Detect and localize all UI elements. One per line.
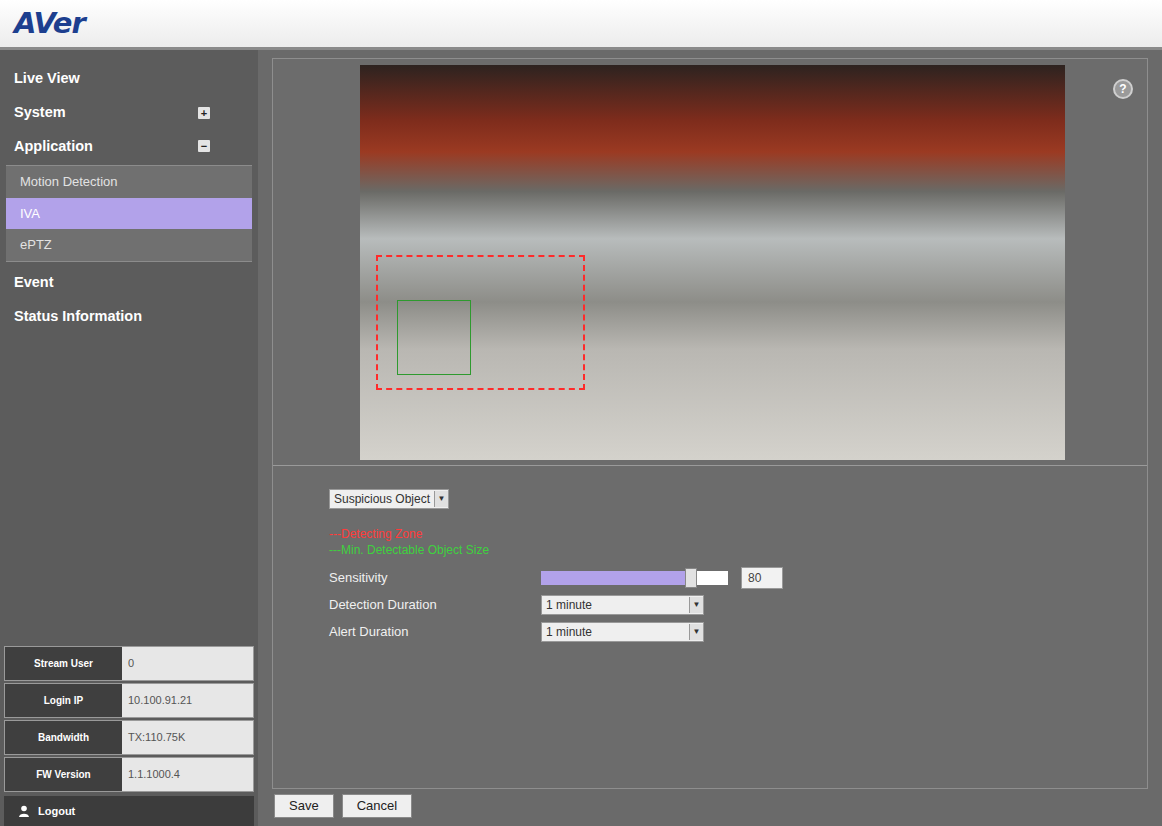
- menu-item[interactable]: Event: [0, 266, 258, 300]
- info-table: Stream User0Login IP10.100.91.21Bandwidt…: [0, 646, 258, 826]
- info-value: TX:110.75K: [122, 721, 253, 754]
- field-label: Sensitivity: [329, 568, 541, 588]
- legend-item: ---Min. Detectable Object Size: [329, 542, 1147, 558]
- mode-dropdown[interactable]: Suspicious Object▼: [329, 489, 449, 509]
- main-area: ? Suspicious Object▼ ---Detecting Zone---M…: [258, 50, 1162, 826]
- field-label: Alert Duration: [329, 622, 541, 642]
- info-row: FW Version1.1.1000.4: [4, 757, 254, 792]
- menu-item[interactable]: Status Information: [0, 300, 258, 334]
- aver-logo: AVer: [14, 9, 85, 38]
- save-button[interactable]: Save: [274, 794, 334, 818]
- dropdown-icon: ▼: [689, 624, 703, 640]
- info-value: 1.1.1000.4: [122, 758, 253, 791]
- menu-item[interactable]: Application−: [0, 130, 258, 164]
- info-label: FW Version: [5, 758, 122, 791]
- duration-dropdown[interactable]: 1 minute▼: [541, 622, 704, 642]
- sensitivity-value[interactable]: 80: [741, 567, 783, 589]
- menu-item[interactable]: System+: [0, 96, 258, 130]
- field-row: Sensitivity 80: [329, 566, 1147, 589]
- slider-handle[interactable]: [685, 568, 697, 588]
- info-row: Stream User0: [4, 646, 254, 681]
- help-icon[interactable]: ?: [1113, 79, 1133, 99]
- field-label: Detection Duration: [329, 595, 541, 615]
- menu-item[interactable]: Live View: [0, 62, 258, 96]
- camera-view: [360, 65, 1065, 460]
- sidebar: Live ViewSystem+Application−Motion Detec…: [0, 50, 258, 826]
- slider-fill: [541, 571, 691, 585]
- legend-item: ---Detecting Zone: [329, 526, 1147, 542]
- sensitivity-slider[interactable]: [541, 571, 728, 585]
- field-row: Detection Duration1 minute▼: [329, 593, 1147, 616]
- info-row: Login IP10.100.91.21: [4, 683, 254, 718]
- dropdown-icon: ▼: [434, 491, 448, 507]
- logout-button[interactable]: Logout: [4, 796, 254, 826]
- info-value: 10.100.91.21: [122, 684, 253, 717]
- dropdown-icon: ▼: [689, 597, 703, 613]
- info-row: BandwidthTX:110.75K: [4, 720, 254, 755]
- button-bar: Save Cancel: [272, 789, 1148, 818]
- info-label: Bandwidth: [5, 721, 122, 754]
- settings-panel: ? Suspicious Object▼ ---Detecting Zone---M…: [272, 58, 1148, 789]
- expand-icon[interactable]: +: [198, 107, 210, 119]
- submenu-item[interactable]: IVA: [6, 198, 252, 230]
- submenu: Motion DetectionIVAePTZ: [6, 165, 252, 262]
- submenu-item[interactable]: ePTZ: [6, 229, 252, 261]
- iva-form: Suspicious Object▼ ---Detecting Zone---Mi…: [273, 465, 1147, 663]
- field-row: Alert Duration1 minute▼: [329, 620, 1147, 643]
- info-label: Login IP: [5, 684, 122, 717]
- duration-dropdown[interactable]: 1 minute▼: [541, 595, 704, 615]
- collapse-icon[interactable]: −: [198, 140, 210, 152]
- min-object-box[interactable]: [397, 300, 471, 375]
- user-icon: [18, 805, 30, 817]
- top-header: AVer: [0, 0, 1162, 50]
- info-value: 0: [122, 647, 253, 680]
- cancel-button[interactable]: Cancel: [342, 794, 412, 818]
- submenu-item[interactable]: Motion Detection: [6, 166, 252, 198]
- info-label: Stream User: [5, 647, 122, 680]
- detecting-zone[interactable]: [376, 255, 585, 390]
- legend: ---Detecting Zone---Min. Detectable Obje…: [329, 526, 1147, 558]
